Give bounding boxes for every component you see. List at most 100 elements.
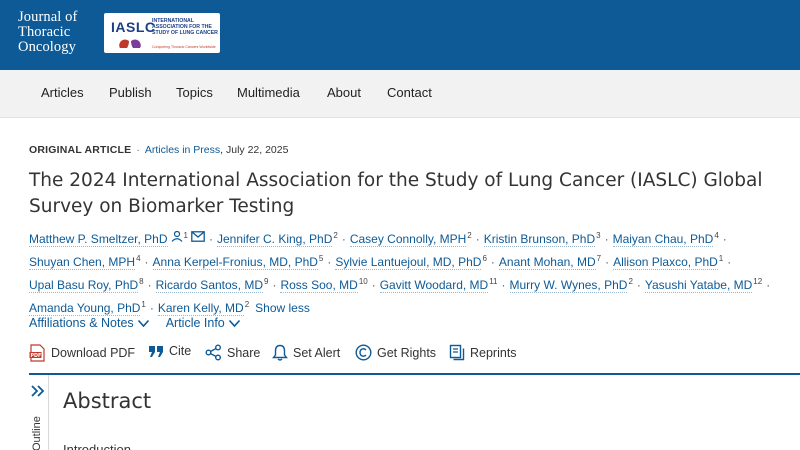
author-link[interactable]: Casey Connolly, MPH xyxy=(349,232,467,247)
journal-logo-line: Oncology xyxy=(18,39,76,55)
author-link[interactable]: Gavitt Woodard, MD xyxy=(379,278,489,293)
affiliation-marker: 11 xyxy=(489,277,498,286)
pdf-icon: PDF xyxy=(29,344,45,362)
affiliation-marker: 2 xyxy=(333,231,338,240)
affiliation-marker: 4 xyxy=(714,231,719,240)
article-info-toggle[interactable]: Article Info xyxy=(166,316,225,330)
iaslc-logo[interactable]: IASLC INTERNATIONAL ASSOCIATION FOR THE … xyxy=(104,13,220,53)
author-separator: · xyxy=(327,255,332,269)
set-alert-button[interactable]: Set Alert xyxy=(272,344,340,361)
outline-label[interactable]: Outline xyxy=(31,416,43,450)
affiliation-marker: 10 xyxy=(358,277,368,286)
affiliation-marker: 7 xyxy=(596,254,602,263)
copyright-icon xyxy=(355,344,372,361)
iaslc-logo-name: INTERNATIONAL ASSOCIATION FOR THE STUDY … xyxy=(152,18,218,36)
articles-in-press-link[interactable]: Articles in Press xyxy=(145,144,220,156)
author-separator: · xyxy=(490,255,495,269)
chevron-down-icon[interactable] xyxy=(228,317,241,331)
author-link[interactable]: Yasushi Yatabe, MD xyxy=(644,278,753,293)
nav-about[interactable]: About xyxy=(327,85,361,100)
article-meta: ORIGINAL ARTICLE · Articles in Press, July… xyxy=(29,144,288,156)
double-chevron-right-icon[interactable] xyxy=(30,384,46,398)
author-link[interactable]: Anna Kerpel-Fronius, MD, PhD xyxy=(152,255,318,270)
author-link[interactable]: Murry W. Wynes, PhD xyxy=(509,278,628,293)
author-separator: · xyxy=(147,278,152,292)
share-button[interactable]: Share xyxy=(205,344,260,361)
author-link[interactable]: Shuyan Chen, MPH xyxy=(29,255,136,270)
bell-icon xyxy=(272,344,288,361)
main-nav: Articles Publish Topics Multimedia About… xyxy=(0,70,800,118)
author-separator: · xyxy=(604,232,609,246)
author-separator: · xyxy=(501,278,506,292)
reprints-button[interactable]: Reprints xyxy=(449,344,517,361)
author-link[interactable]: Upal Basu Roy, PhD xyxy=(29,278,139,293)
author-link[interactable]: Karen Kelly, MD xyxy=(157,301,244,316)
nav-multimedia[interactable]: Multimedia xyxy=(237,85,300,100)
iaslc-logo-tagline: Conquering Thoracic Cancers Worldwide xyxy=(152,45,216,49)
share-label: Share xyxy=(227,345,261,360)
download-pdf-label: Download PDF xyxy=(51,346,136,360)
author-list: Matthew P. Smeltzer, PhD 1 · Jennifer C. Ki… xyxy=(29,226,799,318)
get-rights-button[interactable]: Get Rights xyxy=(355,344,436,361)
iaslc-logo-abbr: IASLC xyxy=(111,19,156,35)
nav-publish[interactable]: Publish xyxy=(109,85,152,100)
article-title: The 2024 International Association for t… xyxy=(29,170,763,217)
nav-articles[interactable]: Articles xyxy=(41,85,84,100)
affiliation-marker: 3 xyxy=(596,231,601,240)
author-separator: · xyxy=(144,255,149,269)
download-pdf-button[interactable]: PDF Download PDF xyxy=(29,344,135,362)
reprints-icon xyxy=(449,344,465,361)
affiliations-notes-toggle[interactable]: Affiliations & Notes xyxy=(29,316,134,330)
nav-contact[interactable]: Contact xyxy=(387,85,432,100)
set-alert-label: Set Alert xyxy=(293,345,341,360)
author-separator: · xyxy=(605,255,610,269)
affiliation-marker: 6 xyxy=(482,254,487,263)
meta-separator: · xyxy=(136,144,140,156)
content-divider xyxy=(29,373,800,375)
article-info-row: Affiliations & Notes Article Info xyxy=(29,316,257,331)
author-link[interactable]: Anant Mohan, MD xyxy=(498,255,596,270)
author-link[interactable]: Allison Plaxco, PhD xyxy=(613,255,718,270)
chevron-down-icon[interactable] xyxy=(137,317,150,331)
author-separator: · xyxy=(149,301,154,315)
author-link[interactable]: Jennifer C. King, PhD xyxy=(216,232,333,247)
cite-button[interactable]: Cite xyxy=(148,344,191,358)
author-separator: · xyxy=(727,255,732,269)
author-separator: · xyxy=(475,232,480,246)
lungs-icon xyxy=(119,36,141,48)
reprints-label: Reprints xyxy=(470,345,517,360)
affiliation-marker: 12 xyxy=(753,277,763,286)
quote-icon xyxy=(149,346,163,357)
author-link[interactable]: Matthew P. Smeltzer, PhD xyxy=(29,232,168,247)
svg-text:PDF: PDF xyxy=(31,353,42,359)
abstract-heading: Abstract xyxy=(63,389,152,413)
share-icon xyxy=(205,344,221,361)
author-separator: · xyxy=(371,278,376,292)
article-date: , July 22, 2025 xyxy=(220,144,289,156)
cite-label: Cite xyxy=(169,344,192,358)
author-separator: · xyxy=(208,232,213,246)
affiliation-marker: 8 xyxy=(139,277,144,286)
nav-topics[interactable]: Topics xyxy=(176,85,213,100)
author-link[interactable]: Maiyan Chau, PhD xyxy=(612,232,714,247)
author-separator: · xyxy=(722,232,727,246)
affiliation-marker: 1 xyxy=(141,300,146,309)
author-link[interactable]: Ricardo Santos, MD xyxy=(155,278,263,293)
author-separator: · xyxy=(272,278,277,292)
affiliation-marker: 1 xyxy=(718,254,724,263)
affiliation-marker: 4 xyxy=(136,254,141,263)
email-icon[interactable] xyxy=(191,228,205,248)
introduction-heading: Introduction xyxy=(63,442,131,450)
affiliation-marker: 5 xyxy=(318,254,324,263)
author-link[interactable]: Amanda Young, PhD xyxy=(29,301,141,316)
author-link[interactable]: Kristin Brunson, PhD xyxy=(483,232,596,247)
person-icon[interactable] xyxy=(171,228,183,248)
author-link[interactable]: Sylvie Lantuejoul, MD, PhD xyxy=(335,255,482,270)
show-less-button[interactable]: Show less xyxy=(255,301,310,315)
affiliation-marker: 2 xyxy=(628,277,633,286)
site-header: Journal of Thoracic Oncology IASLC INTER… xyxy=(0,0,800,70)
get-rights-label: Get Rights xyxy=(377,345,437,360)
author-link[interactable]: Ross Soo, MD xyxy=(280,278,358,293)
journal-logo[interactable]: Journal of Thoracic Oncology xyxy=(18,10,77,55)
journal-logo-line: Thoracic xyxy=(18,24,71,40)
